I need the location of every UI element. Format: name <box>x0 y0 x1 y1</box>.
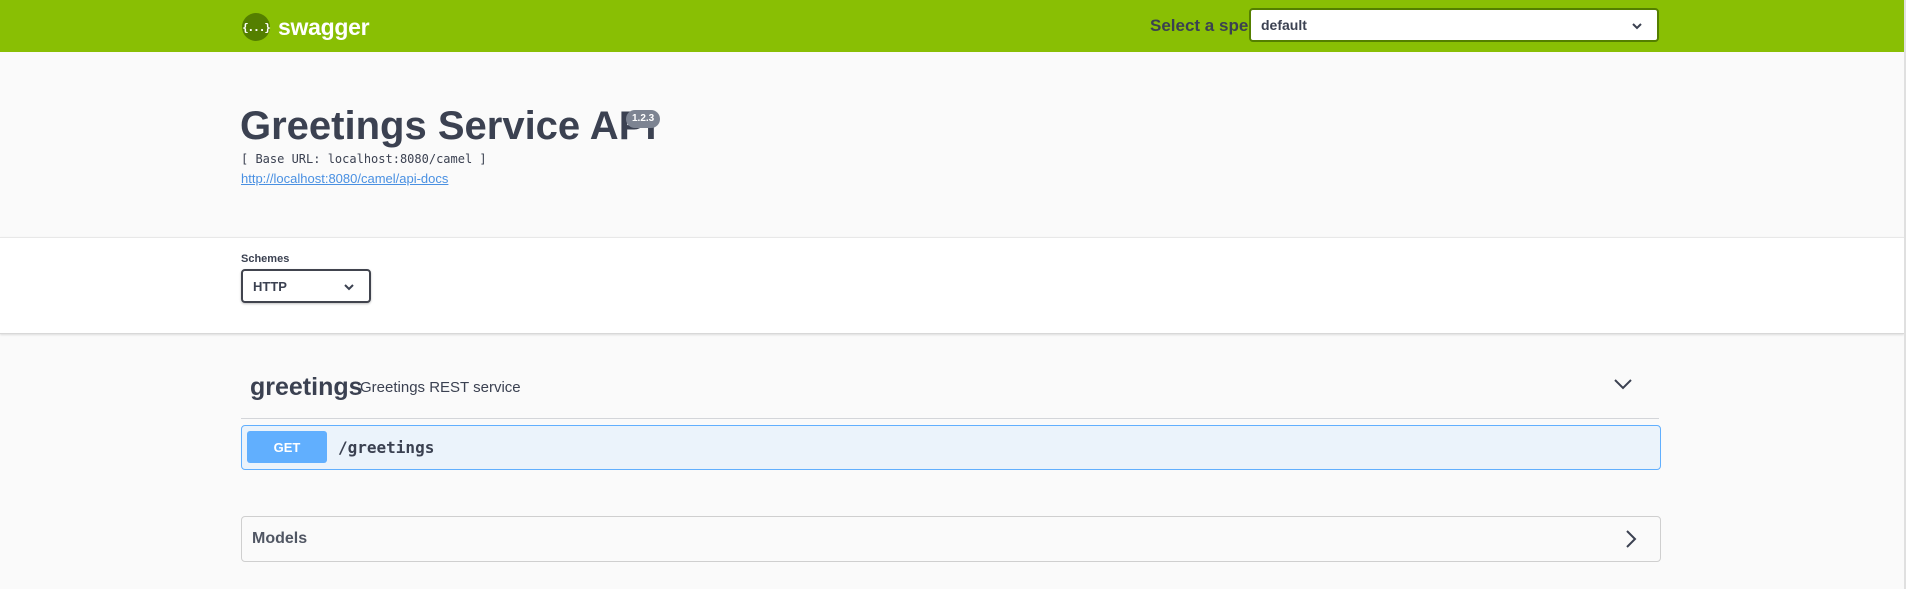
schemes-select[interactable]: HTTP <box>241 269 371 303</box>
spec-select[interactable]: default <box>1249 8 1659 42</box>
swagger-logo-text: swagger <box>278 13 370 40</box>
tag-name: greetings <box>250 373 363 401</box>
models-title: Models <box>252 530 308 547</box>
api-docs-link[interactable]: http://localhost:8080/camel/api-docs <box>241 171 448 186</box>
chevron-down-icon <box>344 284 354 291</box>
schemes-select-value: HTTP <box>253 278 287 294</box>
tag-description: Greetings REST service <box>360 379 521 396</box>
spec-select-value: default <box>1261 17 1307 33</box>
swagger-logo-icon: {...} <box>242 13 271 41</box>
models-section[interactable]: Models <box>241 516 1661 562</box>
method-badge: GET <box>247 431 327 463</box>
tag-header-greetings[interactable]: greetings Greetings REST service <box>241 365 1659 419</box>
operation-path: /greetings <box>338 438 435 457</box>
version-badge: 1.2.3 <box>626 110 661 128</box>
page-title: Greetings Service API <box>240 104 657 148</box>
chevron-down-icon <box>1632 23 1642 30</box>
schemes-container: Schemes HTTP <box>0 237 1904 334</box>
topbar: {...} swagger Select a spec default <box>0 0 1904 52</box>
operation-get-greetings[interactable]: GET /greetings <box>241 425 1661 470</box>
chevron-down-icon[interactable] <box>1613 377 1633 391</box>
schemes-label: Schemes <box>241 253 290 265</box>
swagger-logo[interactable]: {...} swagger <box>242 12 370 42</box>
select-spec-label: Select a spec <box>1150 16 1258 35</box>
base-url: [ Base URL: localhost:8080/camel ] <box>241 152 487 166</box>
chevron-right-icon[interactable] <box>1624 529 1638 549</box>
